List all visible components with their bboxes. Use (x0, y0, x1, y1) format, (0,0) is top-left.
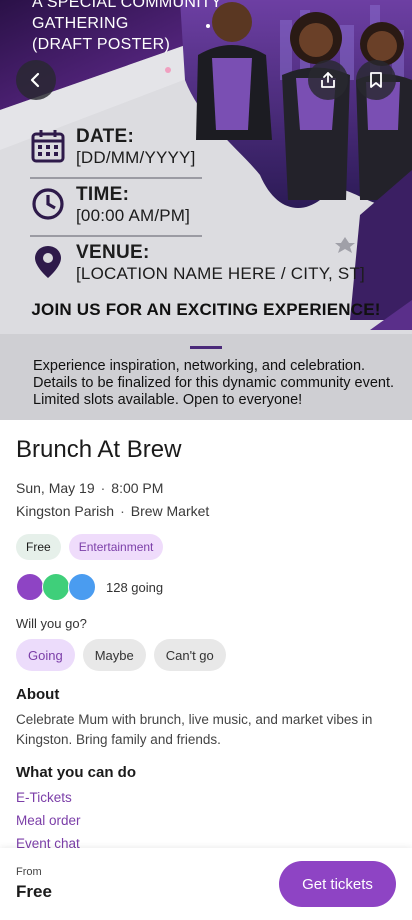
poster-time-label: TIME: (76, 184, 130, 205)
poster-venue-label: VENUE: (76, 242, 150, 263)
event-title: Brunch At Brew (16, 436, 182, 463)
poster-description-band: Experience inspiration, networking, and … (0, 334, 412, 420)
avatar (16, 573, 44, 601)
price-from-label: From (16, 866, 42, 878)
tag-free: Free (16, 534, 61, 560)
event-tags: Free Entertainment (16, 534, 164, 560)
rsvp-going-button[interactable]: Going (16, 639, 75, 671)
bookmark-button[interactable] (356, 60, 396, 100)
bookmark-icon (370, 72, 382, 88)
poster-info: DATE: [DD/MM/YYYY] TIME: [00:00 AM/PM] V… (30, 124, 410, 298)
divider (30, 177, 202, 179)
poster-heading: A SPECIAL COMMUNITY GATHERING (DRAFT POS… (32, 0, 222, 55)
event-venue: Brew Market (130, 503, 210, 519)
poster-date-value: [DD/MM/YYYY] (76, 148, 196, 167)
clock-icon (32, 188, 64, 220)
poster-date-row: DATE: [DD/MM/YYYY] (30, 124, 410, 182)
meal-order-link[interactable]: Meal order (16, 813, 81, 828)
location-pin-icon (35, 246, 61, 278)
rsvp-question: Will you go? (16, 616, 87, 631)
rsvp-maybe-button[interactable]: Maybe (82, 639, 146, 671)
event-time: 8:00 PM (111, 480, 164, 496)
event-date: Sun, May 19 (16, 480, 95, 496)
actions-heading: What you can do (16, 764, 136, 781)
rsvp-cant-go-button[interactable]: Can't go (153, 639, 226, 671)
rsvp-options: Going Maybe Can't go (16, 639, 226, 671)
purchase-bar: From Free Get tickets (0, 848, 412, 920)
share-button[interactable] (308, 60, 348, 100)
divider (30, 235, 202, 237)
accent-line (190, 346, 222, 349)
get-tickets-button[interactable]: Get tickets (279, 861, 396, 907)
e-tickets-link[interactable]: E-Tickets (16, 790, 72, 805)
poster-tagline: JOIN US FOR AN EXCITING EXPERIENCE! (31, 300, 381, 319)
about-text: Celebrate Mum with brunch, live music, a… (16, 712, 373, 747)
tag-entertainment: Entertainment (68, 534, 164, 560)
poster-heading-line: A SPECIAL COMMUNITY (32, 0, 223, 11)
share-icon (321, 72, 335, 88)
poster-venue-value: [LOCATION NAME HERE / CITY, ST] (76, 264, 365, 283)
poster-time-row: TIME: [00:00 AM/PM] (30, 182, 410, 240)
poster-time-value: [00:00 AM/PM] (76, 206, 191, 225)
attendees[interactable]: 128 going (16, 572, 163, 602)
poster-description: Experience inspiration, networking, and … (33, 358, 395, 408)
event-datetime: Sun, May 19 · 8:00 PM (16, 480, 164, 496)
event-area: Kingston Parish (16, 503, 115, 519)
poster-date-label: DATE: (76, 126, 135, 147)
poster-heading-line: (DRAFT POSTER) (32, 36, 171, 53)
chevron-left-icon (30, 72, 40, 88)
calendar-icon (31, 130, 65, 163)
event-poster: A SPECIAL COMMUNITY GATHERING (DRAFT POS… (0, 0, 412, 420)
back-button[interactable] (16, 60, 56, 100)
event-location: Kingston Parish · Brew Market (16, 503, 210, 519)
about-heading: About (16, 686, 60, 703)
going-count: 128 going (106, 579, 164, 595)
poster-venue-row: VENUE: [LOCATION NAME HERE / CITY, ST] (30, 240, 410, 298)
price-value: Free (16, 882, 52, 901)
avatar (68, 573, 96, 601)
avatar (42, 573, 70, 601)
poster-heading-line: GATHERING (32, 15, 129, 32)
